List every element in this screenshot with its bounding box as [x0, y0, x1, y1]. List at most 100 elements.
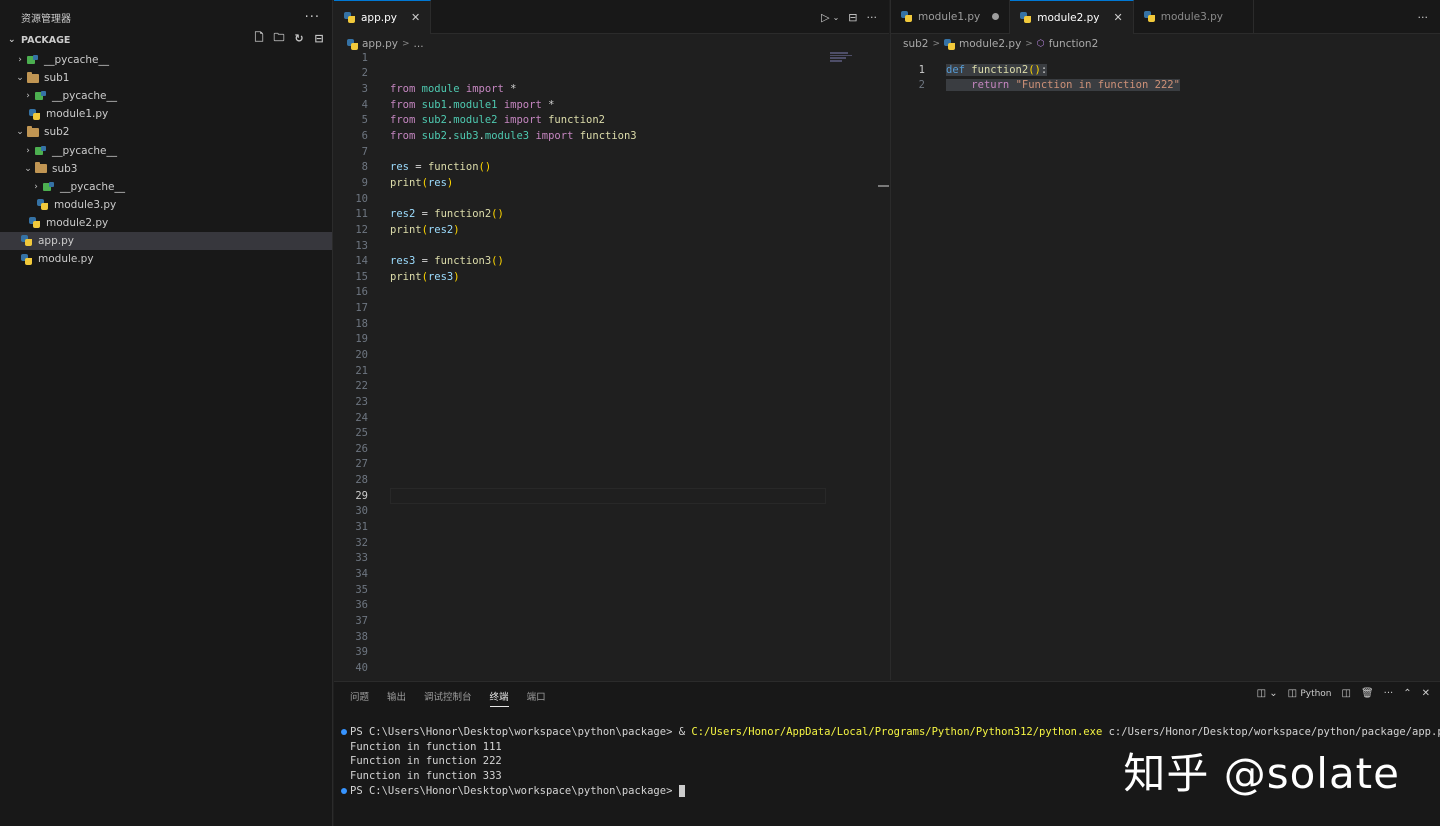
code-line: 29 [334, 487, 874, 504]
command-status-icon [338, 787, 350, 794]
code-line: 2 [334, 66, 874, 82]
code-line: 28 [334, 472, 874, 488]
code-token: = [415, 208, 435, 221]
split-terminal-icon[interactable]: ◫ ⌄ [1257, 688, 1278, 699]
code-token: sub3 [453, 130, 479, 143]
close-icon[interactable]: ✕ [411, 11, 420, 24]
panel-tab[interactable]: 终端 [489, 689, 509, 707]
line-number: 32 [355, 536, 368, 549]
line-number: 1 [361, 51, 368, 64]
file-item[interactable]: module3.py [0, 196, 332, 214]
refresh-icon[interactable]: ↻ [292, 31, 306, 45]
python-file-icon [20, 235, 33, 247]
line-content: print(res2) [390, 224, 460, 236]
unsaved-dot-icon[interactable] [992, 13, 1000, 20]
code-line: 37 [334, 613, 874, 629]
file-item[interactable]: module2.py [0, 214, 332, 232]
terminal-shell[interactable]: ◫ Python [1288, 688, 1332, 699]
run-icon[interactable]: ▷ [821, 11, 829, 24]
folder-item[interactable]: ⌄ sub3 [0, 160, 332, 178]
line-number: 2 [918, 79, 925, 92]
code-token: from [390, 114, 416, 127]
line-number: 38 [355, 630, 368, 643]
new-folder-icon[interactable]: 🗀 [272, 31, 286, 45]
code-line: 31 [334, 519, 874, 535]
tree-item-label: app.py [38, 234, 74, 247]
tab-module1-py[interactable]: module1.py [891, 0, 1011, 33]
tab-label: module3.py [1160, 10, 1223, 23]
more-actions-icon[interactable]: ··· [867, 11, 878, 24]
panel-tab[interactable]: 端口 [527, 689, 546, 703]
bottom-panel: 问题 输出 调试控制台 终端 端口 ◫ ⌄ ◫ Python ◫ 🗑 ··· ⌃ ✕ P… [334, 681, 1440, 826]
maximize-icon[interactable]: ⌃ [1403, 688, 1411, 699]
code-line: 4 from sub1.module1 import * [334, 97, 874, 113]
trash-icon[interactable]: 🗑 [1361, 688, 1374, 699]
tab-label: module2.py [1037, 11, 1100, 24]
file-tree: › __pycache__ ⌄ sub1 › __pycache__ module1.py ⌄… [0, 51, 332, 268]
python-file-icon [36, 199, 49, 211]
split-editor-icon[interactable]: ⊟ [848, 11, 857, 24]
file-item[interactable]: module.py [0, 250, 332, 268]
tab-module2-py[interactable]: module2.py ✕ [1010, 0, 1134, 34]
code-token: Function in function 111 [350, 740, 502, 753]
code-line: 40 [334, 660, 874, 676]
close-icon[interactable]: ✕ [1422, 688, 1430, 699]
breadcrumb-file[interactable]: app.py [362, 38, 398, 50]
breadcrumb-item[interactable]: sub2 [903, 38, 928, 50]
line-number: 27 [355, 458, 368, 471]
python-file-icon [944, 38, 956, 50]
line-number: 6 [361, 130, 368, 143]
line-number: 19 [355, 333, 368, 346]
file-item[interactable]: › __pycache__ [0, 178, 332, 196]
scrollbar-marker[interactable] [878, 185, 889, 187]
folder-item[interactable]: ⌄ sub2 [0, 123, 332, 141]
package-section-header[interactable]: ⌄ PACKAGE 🗋 🗀 ↻ ⊟ [0, 31, 332, 47]
code-token: print [390, 270, 422, 283]
file-item[interactable]: app.py [0, 231, 332, 251]
panel-tab[interactable]: 问题 [350, 689, 369, 703]
code-editor-left[interactable]: 1 2 3 from module import * 4 from sub1.module… [334, 50, 874, 676]
more-actions-icon[interactable]: ··· [1418, 11, 1429, 24]
file-item[interactable]: module1.py [0, 105, 332, 123]
line-number: 16 [355, 286, 368, 299]
panel-tab[interactable]: 调试控制台 [424, 689, 472, 703]
code-line: 15 print(res3) [334, 269, 874, 285]
more-actions-icon[interactable]: ··· [1384, 688, 1394, 699]
code-token: () [478, 161, 492, 174]
file-item[interactable]: › __pycache__ [0, 87, 332, 105]
file-item[interactable]: › __pycache__ [0, 141, 332, 159]
split-icon[interactable]: ◫ [1342, 688, 1351, 699]
chevron-down-icon[interactable]: ⌄ [833, 13, 840, 22]
collapse-all-icon[interactable]: ⊟ [312, 31, 326, 45]
chevron-right-icon: > [932, 39, 941, 49]
chevron-down-icon: ⌄ [16, 127, 24, 138]
minimap[interactable] [830, 52, 860, 172]
panel-tab[interactable]: 输出 [387, 689, 406, 703]
line-number: 17 [355, 302, 368, 315]
tab-label: app.py [361, 11, 397, 24]
line-number: 28 [355, 474, 368, 487]
line-number: 20 [355, 348, 368, 361]
code-token: ) [453, 223, 460, 236]
more-actions-icon[interactable]: ··· [305, 10, 320, 25]
breadcrumb-item[interactable]: module2.py [959, 38, 1021, 50]
breadcrumb-item[interactable]: function2 [1049, 38, 1099, 50]
chevron-down-icon: ⌄ [8, 35, 16, 45]
tab-module3-py[interactable]: module3.py [1134, 0, 1254, 33]
code-line: 11 res2 = function2() [334, 206, 874, 222]
code-token: res [427, 176, 447, 189]
file-item[interactable]: › __pycache__ [0, 51, 332, 69]
tab-app-py[interactable]: app.py ✕ [334, 0, 432, 34]
python-file-icon [28, 108, 41, 120]
close-icon[interactable]: ✕ [1114, 11, 1123, 24]
code-token: from [390, 83, 416, 96]
code-token: print [390, 223, 422, 236]
folder-item[interactable]: ⌄ sub1 [0, 69, 332, 87]
code-line: 39 [334, 644, 874, 660]
breadcrumb-tail[interactable]: ... [414, 38, 424, 50]
code-editor-right[interactable]: 1 def function2(): 2 return "Function in f… [891, 62, 1431, 93]
line-content: from module import * [390, 83, 516, 95]
code-token: def [946, 63, 965, 76]
section-title: PACKAGE [21, 34, 71, 46]
new-file-icon[interactable]: 🗋 [252, 31, 266, 45]
